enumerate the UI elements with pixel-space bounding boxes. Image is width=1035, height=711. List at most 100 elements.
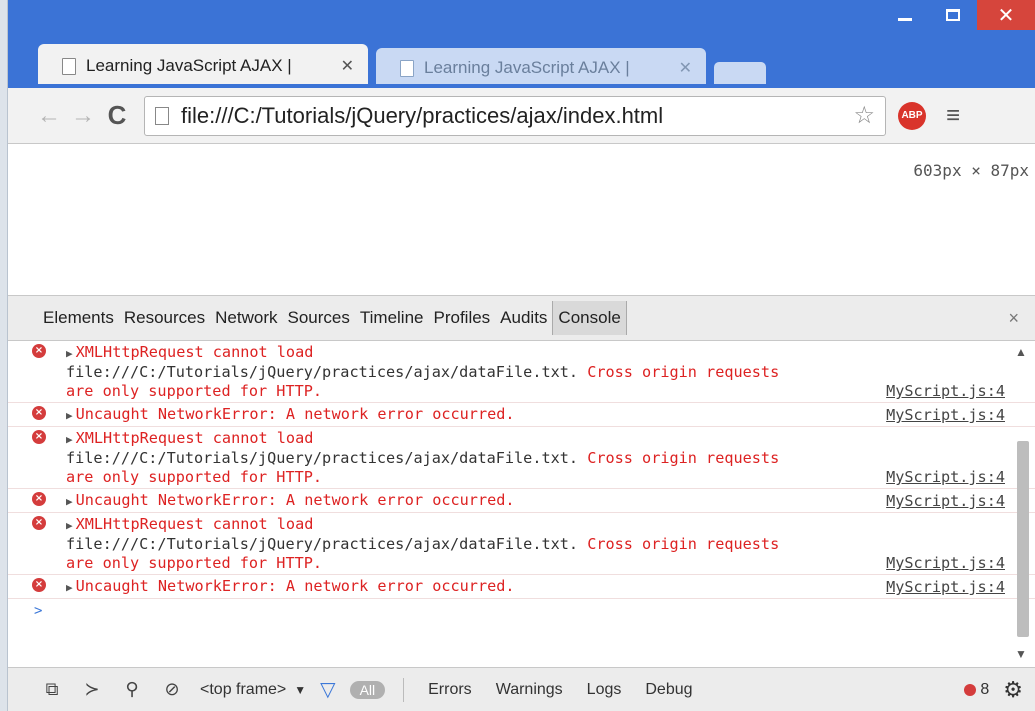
gear-icon[interactable]: ⚙ [1003,677,1023,703]
devtools-panel: Elements Resources Network Sources Timel… [8,295,1035,711]
chevron-down-icon[interactable]: ▼ [1015,647,1027,661]
tab-elements[interactable]: Elements [38,301,119,335]
adblock-icon[interactable]: ABP [898,101,926,130]
console-message[interactable]: × ▶ Uncaught NetworkError: A network erro… [8,403,1035,427]
tab-close-icon[interactable]: ✕ [341,56,354,76]
message-text: XMLHttpRequest cannot load [75,515,314,533]
error-count-value: 8 [980,680,990,698]
error-counter[interactable]: 8 [964,681,989,699]
minimize-button[interactable] [881,0,929,30]
tab-inactive[interactable]: Learning JavaScript AJAX | ✕ [376,48,706,88]
star-icon[interactable]: ☆ [853,101,875,130]
close-icon[interactable]: × [1008,308,1019,329]
console-message[interactable]: × ▶ XMLHttpRequest cannot load file:///C:… [8,513,1035,575]
expand-triangle-icon[interactable]: ▶ [66,347,73,360]
message-text: are only supported for HTTP. [66,554,323,572]
scroll-thumb[interactable] [1017,441,1029,637]
expand-triangle-icon[interactable]: ▶ [66,433,73,446]
menu-icon[interactable]: ≡ [946,102,960,130]
message-text: Cross origin requests [578,363,780,381]
message-text: Cross origin requests [578,449,780,467]
tab-active[interactable]: Learning JavaScript AJAX | ✕ [38,44,368,88]
tab-console[interactable]: Console [552,301,627,335]
message-text: Uncaught NetworkError: A network error o… [75,405,515,423]
source-link[interactable]: MyScript.js:4 [886,492,1005,511]
filter-warnings-button[interactable]: Warnings [496,681,563,699]
tab-title: Learning JavaScript AJAX | [424,58,630,77]
source-link[interactable]: MyScript.js:4 [886,578,1005,597]
error-icon: × [32,516,46,530]
message-text: are only supported for HTTP. [66,382,323,400]
console-statusbar: ⧉ ≻ ⚲ ⊘ <top frame> ▼ ▽ All Errors Warnin… [8,667,1035,711]
tab-resources[interactable]: Resources [119,301,210,335]
source-link[interactable]: MyScript.js:4 [886,406,1005,425]
error-icon: × [32,406,46,420]
expand-triangle-icon[interactable]: ▶ [66,581,73,594]
console-message[interactable]: × ▶ Uncaught NetworkError: A network erro… [8,575,1035,599]
search-icon[interactable]: ⚲ [112,679,152,700]
console-log: × ▶ XMLHttpRequest cannot load file:///C:… [8,341,1035,666]
console-message[interactable]: × ▶ Uncaught NetworkError: A network erro… [8,489,1035,513]
window-controls: ✕ [881,0,1035,34]
frame-selector[interactable]: <top frame> ▼ [200,681,306,699]
browser-window: ✕ Learning JavaScript AJAX | ✕ Learning … [0,0,1035,711]
devtools-tabs: Elements Resources Network Sources Timel… [8,295,1035,341]
viewport-size-readout: 603px × 87px [913,161,1029,180]
error-icon: × [32,344,46,358]
tab-sources[interactable]: Sources [283,301,355,335]
error-icon: × [32,430,46,444]
back-arrow-icon[interactable]: ← [32,99,66,133]
reload-icon[interactable]: C [100,99,134,133]
console-message[interactable]: × ▶ XMLHttpRequest cannot load file:///C:… [8,427,1035,489]
message-text: XMLHttpRequest cannot load [75,429,314,447]
source-link[interactable]: MyScript.js:4 [886,554,1005,573]
minimize-icon [898,17,912,21]
message-text: Uncaught NetworkError: A network error o… [75,577,515,595]
new-tab-button[interactable] [714,62,766,88]
page-icon [400,59,414,77]
address-bar[interactable]: file:///C:/Tutorials/jQuery/practices/aj… [144,95,886,136]
console-scrollbar[interactable]: ▲ ▼ [1013,343,1031,663]
expand-triangle-icon[interactable]: ▶ [66,519,73,532]
console-message[interactable]: × ▶ XMLHttpRequest cannot load file:///C:… [8,341,1035,403]
dock-icon[interactable]: ⧉ [32,679,72,700]
filter-debug-button[interactable]: Debug [645,681,692,699]
tab-timeline[interactable]: Timeline [355,301,429,335]
tab-audits[interactable]: Audits [495,301,552,335]
frame-label: <top frame> [200,680,287,698]
source-link[interactable]: MyScript.js:4 [886,382,1005,401]
message-url: file:///C:/Tutorials/jQuery/practices/aj… [66,535,579,553]
console-prompt[interactable]: > [8,599,1035,619]
tab-profiles[interactable]: Profiles [428,301,495,335]
tab-network[interactable]: Network [210,301,282,335]
error-icon: × [32,578,46,592]
clear-icon[interactable]: ⊘ [152,679,192,700]
error-icon: × [32,492,46,506]
tab-strip: Learning JavaScript AJAX | ✕ Learning Ja… [38,42,766,88]
expand-triangle-icon[interactable]: ▶ [66,409,73,422]
page-viewport: 603px × 87px [8,145,1035,295]
filter-icon[interactable]: ▽ [320,677,335,702]
error-icon [964,683,977,696]
expand-triangle-icon[interactable]: ▶ [66,495,73,508]
drawer-icon[interactable]: ≻ [72,679,112,700]
title-bar: ✕ Learning JavaScript AJAX | ✕ Learning … [8,0,1035,90]
forward-arrow-icon[interactable]: → [66,99,100,133]
tab-title: Learning JavaScript AJAX | [86,56,292,75]
close-window-button[interactable]: ✕ [977,0,1035,30]
source-link[interactable]: MyScript.js:4 [886,468,1005,487]
page-icon [155,106,169,125]
message-text: Uncaught NetworkError: A network error o… [75,491,515,509]
url-text[interactable]: file:///C:/Tutorials/jQuery/practices/aj… [181,103,853,129]
tab-close-icon[interactable]: ✕ [679,58,692,78]
maximize-button[interactable] [929,0,977,30]
filter-errors-button[interactable]: Errors [428,681,472,699]
divider [403,677,405,702]
message-url: file:///C:/Tutorials/jQuery/practices/aj… [66,449,579,467]
browser-toolbar: ← → C file:///C:/Tutorials/jQuery/practi… [8,88,1035,144]
chevron-up-icon[interactable]: ▲ [1015,345,1027,359]
maximize-icon [946,9,960,21]
filter-logs-button[interactable]: Logs [587,681,622,699]
filter-all-button[interactable]: All [349,680,386,699]
message-text: Cross origin requests [578,535,780,553]
